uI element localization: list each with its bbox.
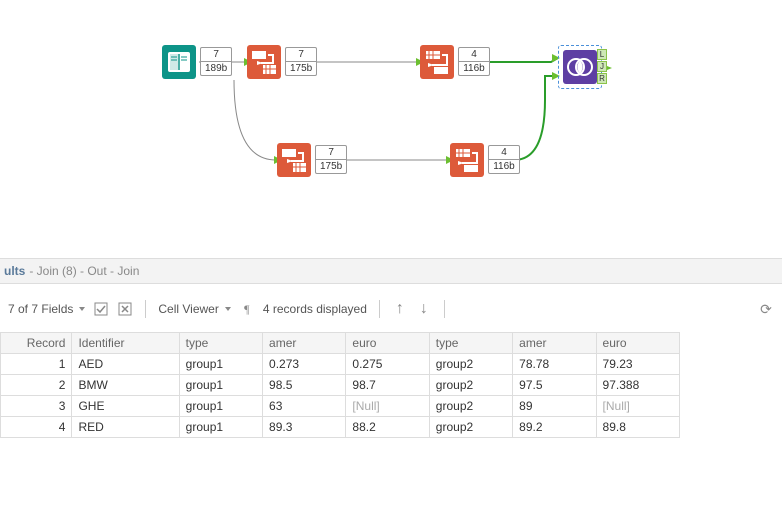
table-cell[interactable]: 89.3	[263, 417, 346, 438]
table-cell[interactable]: GHE	[72, 396, 179, 417]
clear-icon[interactable]	[117, 301, 133, 317]
separator	[379, 300, 380, 318]
table-cell[interactable]: 79.23	[596, 354, 679, 375]
col-header[interactable]: Identifier	[72, 333, 179, 354]
join-output-l[interactable]: L	[597, 49, 607, 60]
col-header[interactable]: Record	[1, 333, 72, 354]
table-cell[interactable]: 78.78	[513, 354, 596, 375]
select-tool-icon[interactable]	[247, 45, 281, 79]
results-panel-header: ults - Join (8) - Out - Join	[0, 258, 782, 284]
join-tool-icon[interactable]	[558, 45, 602, 89]
table-cell[interactable]: 1	[1, 354, 72, 375]
table-cell[interactable]: group2	[429, 354, 512, 375]
metadata-toggle-icon[interactable]	[93, 301, 109, 317]
table-header-row: Record Identifier type amer euro type am…	[1, 333, 680, 354]
table-cell[interactable]: 88.2	[346, 417, 429, 438]
results-table-wrap: Record Identifier type amer euro type am…	[0, 332, 782, 438]
data-size: 175b	[316, 160, 346, 173]
row-count: 4	[489, 146, 519, 160]
table-cell[interactable]: 98.7	[346, 375, 429, 396]
pilcrow-icon[interactable]: ¶	[239, 301, 255, 317]
input-data-tool-icon[interactable]	[162, 45, 196, 79]
separator	[444, 300, 445, 318]
table-cell[interactable]: 89	[513, 396, 596, 417]
data-size: 116b	[489, 160, 519, 173]
table-cell[interactable]: 63	[263, 396, 346, 417]
results-breadcrumb: - Join (8) - Out - Join	[29, 264, 139, 278]
workflow-canvas[interactable]: 7 189b 7 175b 4 116b L J R 7 175b 4 116b	[0, 0, 782, 260]
move-up-icon[interactable]: ↑	[392, 301, 408, 317]
results-label: ults	[4, 264, 25, 278]
table-cell[interactable]: 89.8	[596, 417, 679, 438]
separator	[145, 300, 146, 318]
col-header[interactable]: amer	[513, 333, 596, 354]
move-down-icon[interactable]: ↓	[416, 301, 432, 317]
data-badge[interactable]: 4 116b	[488, 145, 520, 174]
results-table[interactable]: Record Identifier type amer euro type am…	[0, 332, 680, 438]
table-row[interactable]: 1AEDgroup10.2730.275group278.7879.23	[1, 354, 680, 375]
col-header[interactable]: type	[429, 333, 512, 354]
row-count: 7	[286, 48, 316, 62]
table-cell[interactable]: 2	[1, 375, 72, 396]
table-row[interactable]: 3GHEgroup163[Null]group289[Null]	[1, 396, 680, 417]
table-cell[interactable]: BMW	[72, 375, 179, 396]
table-cell[interactable]: group1	[179, 375, 262, 396]
col-header[interactable]: euro	[346, 333, 429, 354]
col-header[interactable]: type	[179, 333, 262, 354]
table-cell[interactable]: 98.5	[263, 375, 346, 396]
table-cell[interactable]: AED	[72, 354, 179, 375]
table-cell[interactable]: [Null]	[596, 396, 679, 417]
table-cell[interactable]: 97.388	[596, 375, 679, 396]
table-cell[interactable]: RED	[72, 417, 179, 438]
data-size: 116b	[459, 62, 489, 75]
table-cell[interactable]: group1	[179, 396, 262, 417]
formula-tool-icon[interactable]	[450, 143, 484, 177]
results-toolbar: 7 of 7 Fields Cell Viewer ¶ 4 records di…	[0, 292, 782, 326]
table-cell[interactable]: 4	[1, 417, 72, 438]
table-cell[interactable]: 89.2	[513, 417, 596, 438]
data-badge[interactable]: 7 175b	[315, 145, 347, 174]
table-cell[interactable]: group1	[179, 417, 262, 438]
table-cell[interactable]: 3	[1, 396, 72, 417]
connectors	[0, 0, 650, 260]
data-size: 189b	[201, 62, 231, 75]
table-cell[interactable]: group2	[429, 396, 512, 417]
row-count: 7	[201, 48, 231, 62]
table-cell[interactable]: group2	[429, 375, 512, 396]
join-output-j[interactable]: J	[597, 61, 607, 72]
table-row[interactable]: 4REDgroup189.388.2group289.289.8	[1, 417, 680, 438]
table-row[interactable]: 2BMWgroup198.598.7group297.597.388	[1, 375, 680, 396]
row-count: 7	[316, 146, 346, 160]
table-cell[interactable]: 97.5	[513, 375, 596, 396]
data-badge[interactable]: 7 175b	[285, 47, 317, 76]
data-badge[interactable]: 4 116b	[458, 47, 490, 76]
table-cell[interactable]: 0.275	[346, 354, 429, 375]
records-count-label: 4 records displayed	[263, 302, 367, 316]
data-size: 175b	[286, 62, 316, 75]
col-header[interactable]: euro	[596, 333, 679, 354]
data-badge[interactable]: 7 189b	[200, 47, 232, 76]
cell-viewer-dropdown[interactable]: Cell Viewer	[158, 302, 230, 316]
table-cell[interactable]: 0.273	[263, 354, 346, 375]
fields-dropdown[interactable]: 7 of 7 Fields	[8, 302, 85, 316]
refresh-icon[interactable]: ⟳	[758, 301, 774, 317]
table-cell[interactable]: group2	[429, 417, 512, 438]
row-count: 4	[459, 48, 489, 62]
col-header[interactable]: amer	[263, 333, 346, 354]
join-output-r[interactable]: R	[597, 73, 607, 84]
table-cell[interactable]: [Null]	[346, 396, 429, 417]
select-tool-icon[interactable]	[277, 143, 311, 177]
formula-tool-icon[interactable]	[420, 45, 454, 79]
table-cell[interactable]: group1	[179, 354, 262, 375]
